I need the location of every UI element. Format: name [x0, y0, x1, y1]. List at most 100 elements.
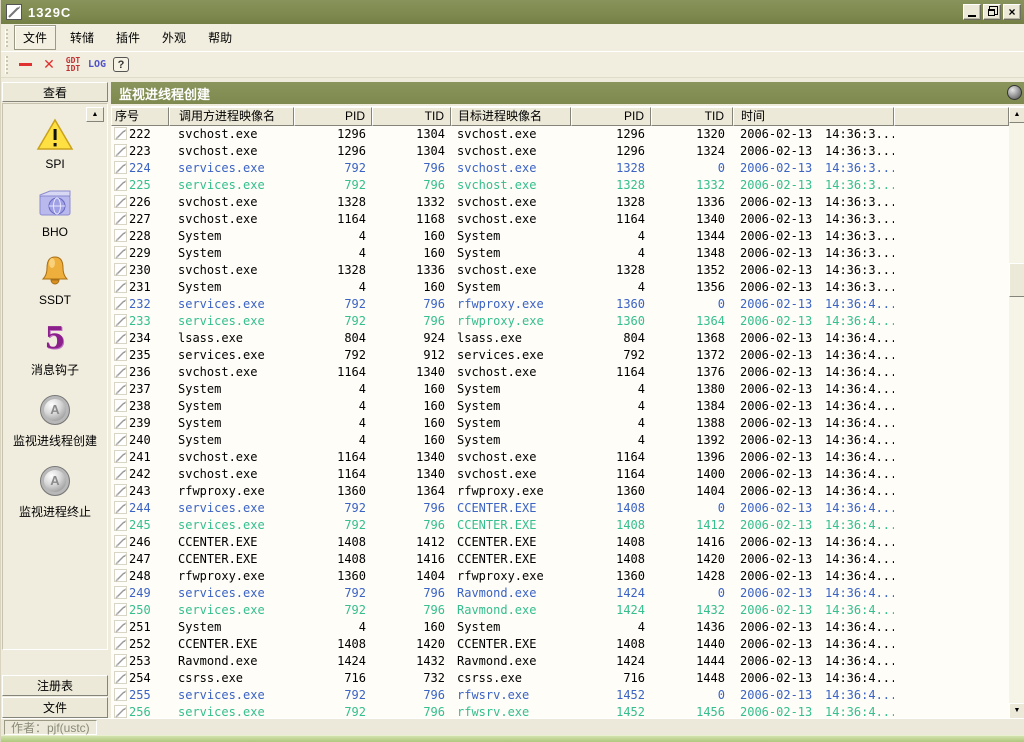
sidebar-view-button[interactable]: 查看 — [2, 82, 108, 102]
thread-icon — [114, 467, 127, 480]
sidebar-item-monitor-process-termination[interactable]: 监视进程终止 — [19, 462, 91, 520]
table-row[interactable]: 244 services.exe 792 796 CCENTER.EXE 1408 0 200… — [111, 500, 1009, 517]
sidebar-item-bho[interactable]: BHO — [37, 184, 73, 239]
cell-tid: 924 — [423, 331, 445, 345]
table-row[interactable]: 236 svchost.exe 1164 1340 svchost.exe 1164 137… — [111, 364, 1009, 381]
cell-tid: 160 — [423, 416, 445, 430]
cell-caller-image: CCENTER.EXE — [178, 552, 258, 566]
table-row[interactable]: 242 svchost.exe 1164 1340 svchost.exe 1164 140… — [111, 466, 1009, 483]
close-button[interactable]: × — [1003, 4, 1021, 20]
folder-globe-icon — [37, 184, 73, 222]
table-row[interactable]: 245 services.exe 792 796 CCENTER.EXE 1408 1412… — [111, 517, 1009, 534]
cell-target-tid: 1432 — [696, 603, 725, 617]
cell-time: 2006-02-13 14:36:4... — [740, 314, 894, 328]
remove-button[interactable] — [14, 55, 36, 75]
cell-empty — [894, 449, 1009, 466]
table-row[interactable]: 250 services.exe 792 796 Ravmond.exe 1424 1432… — [111, 602, 1009, 619]
table-row[interactable]: 247 CCENTER.EXE 1408 1416 CCENTER.EXE 1408 142… — [111, 551, 1009, 568]
sidebar-item-ssdt[interactable]: SSDT — [37, 252, 73, 307]
scrollbar-thumb[interactable] — [1009, 263, 1024, 297]
table-scrollbar[interactable]: ▲ ▼ — [1009, 107, 1024, 718]
restore-button[interactable] — [983, 4, 1001, 20]
sidebar-scroll-up-button[interactable]: ▲ — [86, 107, 104, 122]
cell-caller-image: System — [178, 620, 222, 634]
table-row[interactable]: 226 svchost.exe 1328 1332 svchost.exe 1328 133… — [111, 194, 1009, 211]
menu-appearance[interactable]: 外观 — [154, 26, 194, 49]
title-bar[interactable]: 1329C × — [1, 0, 1024, 24]
column-header-target-image[interactable]: 目标进程映像名 — [451, 107, 571, 126]
table-row[interactable]: 253 Ravmond.exe 1424 1432 Ravmond.exe 1424 144… — [111, 653, 1009, 670]
table-row[interactable]: 225 services.exe 792 796 svchost.exe 1328 1332… — [111, 177, 1009, 194]
table-row[interactable]: 233 services.exe 792 796 rfwproxy.exe 1360 136… — [111, 313, 1009, 330]
table-row[interactable]: 256 services.exe 792 796 rfwsrv.exe 1452 1456 2… — [111, 704, 1009, 718]
table-row[interactable]: 235 services.exe 792 912 services.exe 792 1372… — [111, 347, 1009, 364]
table-row[interactable]: 248 rfwproxy.exe 1360 1404 rfwproxy.exe 1360 1… — [111, 568, 1009, 585]
table-row[interactable]: 223 svchost.exe 1296 1304 svchost.exe 1296 132… — [111, 143, 1009, 160]
cell-pid: 792 — [344, 688, 366, 702]
table-row[interactable]: 232 services.exe 792 796 rfwproxy.exe 1360 0 20… — [111, 296, 1009, 313]
gdt-idt-button[interactable]: GDT IDT — [62, 55, 84, 75]
table-row[interactable]: 246 CCENTER.EXE 1408 1412 CCENTER.EXE 1408 141… — [111, 534, 1009, 551]
table-row[interactable]: 224 services.exe 792 796 svchost.exe 1328 0 200… — [111, 160, 1009, 177]
toolbar-gripper[interactable] — [5, 55, 8, 74]
cell-caller-image: System — [178, 382, 222, 396]
column-header-pid[interactable]: PID — [294, 107, 372, 126]
cell-time: 2006-02-13 14:36:4... — [740, 535, 894, 549]
app-icon — [6, 4, 22, 20]
menu-file[interactable]: 文件 — [14, 25, 57, 50]
menu-help[interactable]: 帮助 — [200, 26, 240, 49]
cell-target-image: System — [457, 416, 501, 430]
cell-index: 229 — [111, 245, 169, 262]
table-row[interactable]: 254 csrss.exe 716 732 csrss.exe 716 1448 2006-0… — [111, 670, 1009, 687]
table-row[interactable]: 240 System 4 160 System 4 1392 2006-02-13 14:36:… — [111, 432, 1009, 449]
sidebar-item-message-hooks[interactable]: 5 消息钩子 — [31, 320, 79, 378]
table-row[interactable]: 243 rfwproxy.exe 1360 1364 rfwproxy.exe 1360 1… — [111, 483, 1009, 500]
table-row[interactable]: 234 lsass.exe 804 924 lsass.exe 804 1368 2006-0… — [111, 330, 1009, 347]
table-row[interactable]: 237 System 4 160 System 4 1380 2006-02-13 14:36:… — [111, 381, 1009, 398]
cell-time: 2006-02-13 14:36:4... — [740, 620, 894, 634]
table-row[interactable]: 222 svchost.exe 1296 1304 svchost.exe 1296 132… — [111, 126, 1009, 143]
table-row[interactable]: 252 CCENTER.EXE 1408 1420 CCENTER.EXE 1408 144… — [111, 636, 1009, 653]
menu-gripper[interactable] — [5, 28, 8, 47]
table-row[interactable]: 238 System 4 160 System 4 1384 2006-02-13 14:36:… — [111, 398, 1009, 415]
table-row[interactable]: 231 System 4 160 System 4 1356 2006-02-13 14:36:… — [111, 279, 1009, 296]
help-button[interactable]: ? — [110, 55, 132, 75]
scroll-up-icon[interactable]: ▲ — [1009, 107, 1024, 123]
column-header-time[interactable]: 时间 — [733, 107, 894, 126]
cell-target-pid: 1328 — [616, 161, 645, 175]
table-row[interactable]: 251 System 4 160 System 4 1436 2006-02-13 14:36:… — [111, 619, 1009, 636]
sidebar-file-button[interactable]: 文件 — [2, 697, 108, 718]
cell-time: 2006-02-13 14:36:3... — [740, 280, 894, 294]
toolbar: ✕ GDT IDT LOG ? — [1, 52, 1024, 78]
table-row[interactable]: 229 System 4 160 System 4 1348 2006-02-13 14:36:… — [111, 245, 1009, 262]
table-row[interactable]: 255 services.exe 792 796 rfwsrv.exe 1452 0 2006… — [111, 687, 1009, 704]
cell-caller-image: services.exe — [178, 705, 265, 718]
sidebar-item-spi[interactable]: SPI — [36, 116, 74, 171]
column-header-tid[interactable]: TID — [372, 107, 451, 126]
column-header-target-tid[interactable]: TID — [651, 107, 733, 126]
table-row[interactable]: 241 svchost.exe 1164 1340 svchost.exe 1164 139… — [111, 449, 1009, 466]
column-header-caller-image[interactable]: 调用方进程映像名 — [169, 107, 294, 126]
menu-plugins[interactable]: 插件 — [108, 26, 148, 49]
sidebar-item-monitor-thread-creation[interactable]: 监视进线程创建 — [13, 391, 97, 449]
delete-button[interactable]: ✕ — [38, 55, 60, 75]
table-row[interactable]: 227 svchost.exe 1164 1168 svchost.exe 1164 134… — [111, 211, 1009, 228]
table-row[interactable]: 239 System 4 160 System 4 1388 2006-02-13 14:36:… — [111, 415, 1009, 432]
column-header-empty[interactable] — [894, 107, 1009, 126]
menu-dump[interactable]: 转储 — [62, 26, 102, 49]
minimize-button[interactable] — [963, 4, 981, 20]
column-header-target-pid[interactable]: PID — [571, 107, 651, 126]
thread-icon — [114, 297, 127, 310]
cell-time: 2006-02-13 14:36:4... — [740, 501, 894, 515]
table-row[interactable]: 228 System 4 160 System 4 1344 2006-02-13 14:36:… — [111, 228, 1009, 245]
table-row[interactable]: 249 services.exe 792 796 Ravmond.exe 1424 0 200… — [111, 585, 1009, 602]
cell-tid: 160 — [423, 246, 445, 260]
sidebar-registry-button[interactable]: 注册表 — [2, 675, 108, 696]
thread-icon — [114, 212, 127, 225]
thread-icon — [114, 195, 127, 208]
column-header-index[interactable]: 序号 — [111, 107, 169, 126]
sphere-icon[interactable] — [1007, 85, 1022, 100]
scroll-down-icon[interactable]: ▼ — [1009, 703, 1024, 718]
table-row[interactable]: 230 svchost.exe 1328 1336 svchost.exe 1328 135… — [111, 262, 1009, 279]
log-button[interactable]: LOG — [86, 55, 108, 75]
